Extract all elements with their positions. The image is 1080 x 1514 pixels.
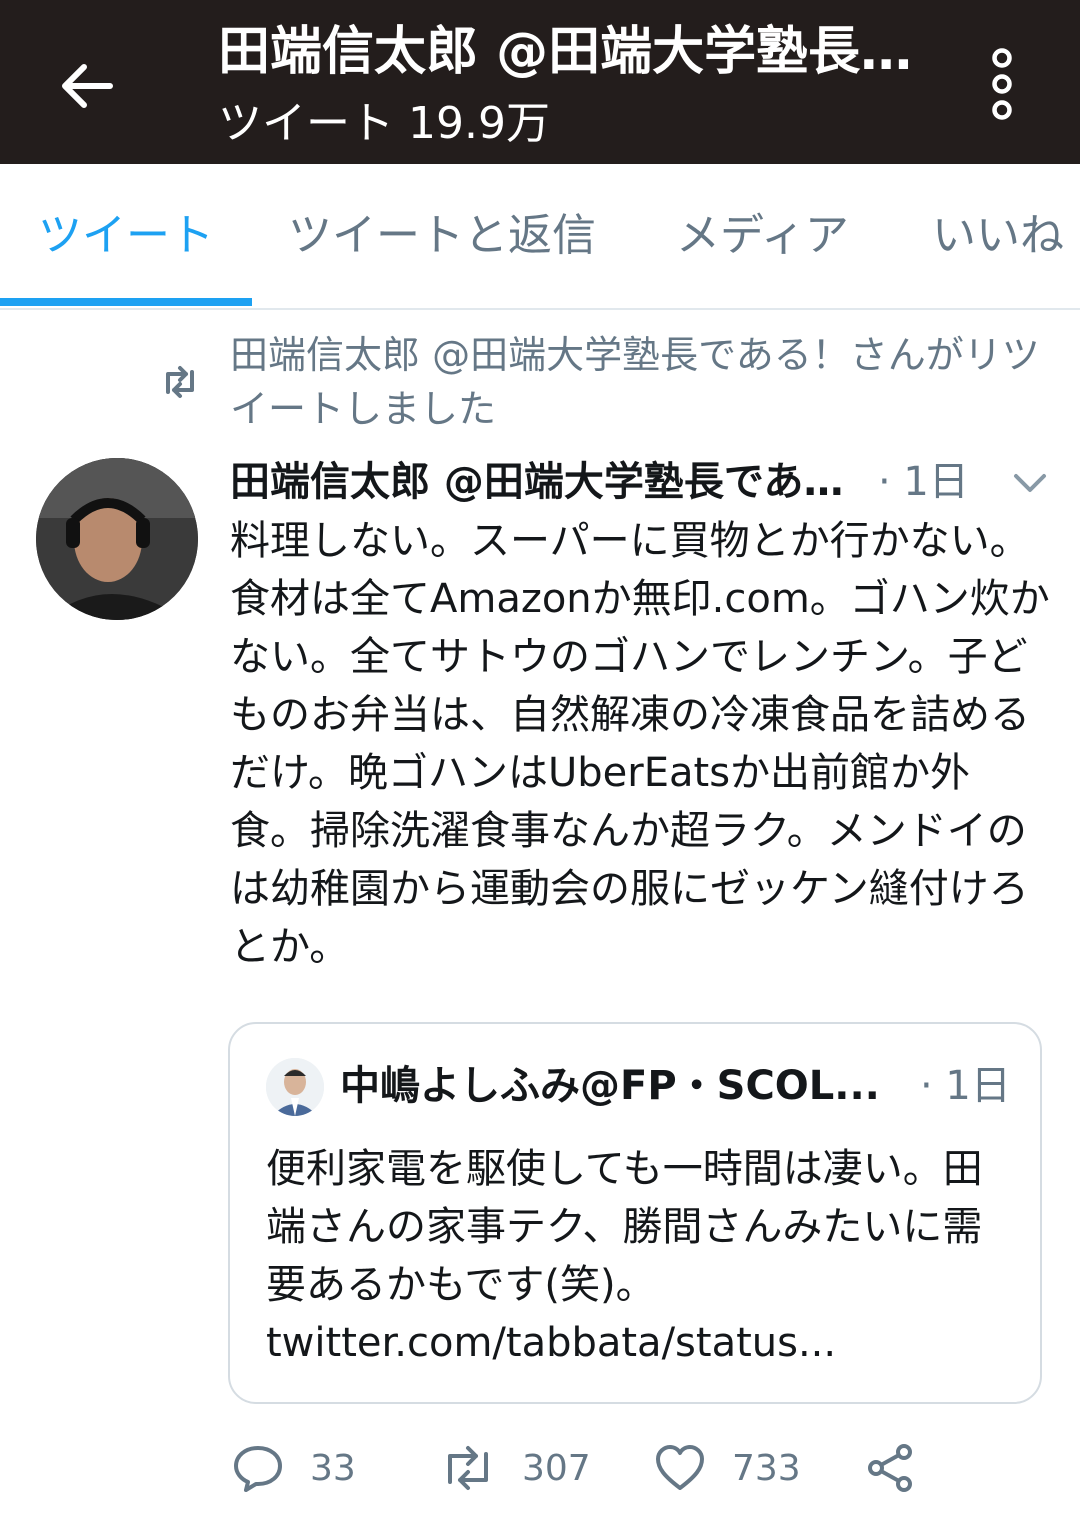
more-vertical-icon — [992, 48, 1012, 120]
chevron-down-icon[interactable] — [1010, 466, 1050, 500]
retweet-action-icon — [448, 1446, 488, 1490]
retweet-notice[interactable]: 田端信太郎 @田端大学塾長である！さんがリツイートしました — [230, 328, 1050, 436]
reply-button[interactable]: 33 — [232, 1430, 356, 1506]
tab-tweets-and-replies[interactable]: ツイートと返信 — [288, 164, 596, 308]
more-options-button[interactable] — [960, 36, 1044, 132]
reply-count: 33 — [310, 1447, 356, 1489]
share-icon — [868, 1444, 912, 1492]
profile-title: 田端信太郎 @田端大学塾長である！ — [218, 22, 918, 82]
retweet-icon — [160, 362, 200, 402]
tweet-count: ツイート 19.9万 — [218, 98, 550, 149]
author-avatar[interactable] — [36, 458, 198, 620]
tweet-author[interactable]: 田端信太郎 @田端大学塾長である！ — [230, 452, 862, 512]
tweet-time[interactable]: · 1日 — [878, 452, 969, 512]
tab-likes[interactable]: いいね — [932, 164, 1064, 308]
tweet-text: 料理しない。スーパーに買物とか行かない。食材は全てAmazonか無印.com。ゴ… — [230, 518, 1050, 970]
heart-icon — [656, 1445, 704, 1490]
tweet-header: 田端信太郎 @田端大学塾長である！ · 1日 — [230, 452, 1046, 512]
like-count: 733 — [732, 1447, 801, 1489]
quoted-author-avatar — [266, 1058, 324, 1116]
arrow-left-icon — [62, 64, 113, 108]
quoted-time: · 1日 — [920, 1063, 1011, 1109]
retweet-button[interactable]: 307 — [440, 1430, 591, 1506]
quoted-author: 中嶋よしふみ@FP・SCOL... — [340, 1063, 880, 1109]
quoted-tweet[interactable]: 中嶋よしふみ@FP・SCOL... · 1日 便利家電を駆使しても一時間は凄い。… — [228, 1022, 1042, 1404]
quoted-text-body: 便利家電を駆使しても一時間は凄い。田端さんの家事テク、勝間さんみたいに需要あるか… — [266, 1146, 983, 1308]
profile-tabs: ツイート ツイートと返信 メディア いいね — [0, 164, 1080, 310]
tab-tweets[interactable]: ツイート — [38, 164, 214, 308]
top-app-bar: 田端信太郎 @田端大学塾長である！ ツイート 19.9万 — [0, 0, 1080, 164]
active-tab-indicator — [0, 298, 252, 306]
reply-icon — [234, 1446, 282, 1492]
like-button[interactable]: 733 — [654, 1430, 801, 1506]
retweet-count: 307 — [522, 1447, 591, 1489]
quoted-link[interactable]: twitter.com/tabbata/status... — [266, 1320, 836, 1366]
back-button[interactable] — [44, 44, 128, 128]
tab-media[interactable]: メディア — [676, 164, 849, 308]
share-button[interactable] — [864, 1430, 916, 1506]
quoted-text: 便利家電を駆使しても一時間は凄い。田端さんの家事テク、勝間さんみたいに需要あるか… — [266, 1140, 1006, 1372]
tweet-actions: 33 307 733 — [0, 1430, 1080, 1506]
